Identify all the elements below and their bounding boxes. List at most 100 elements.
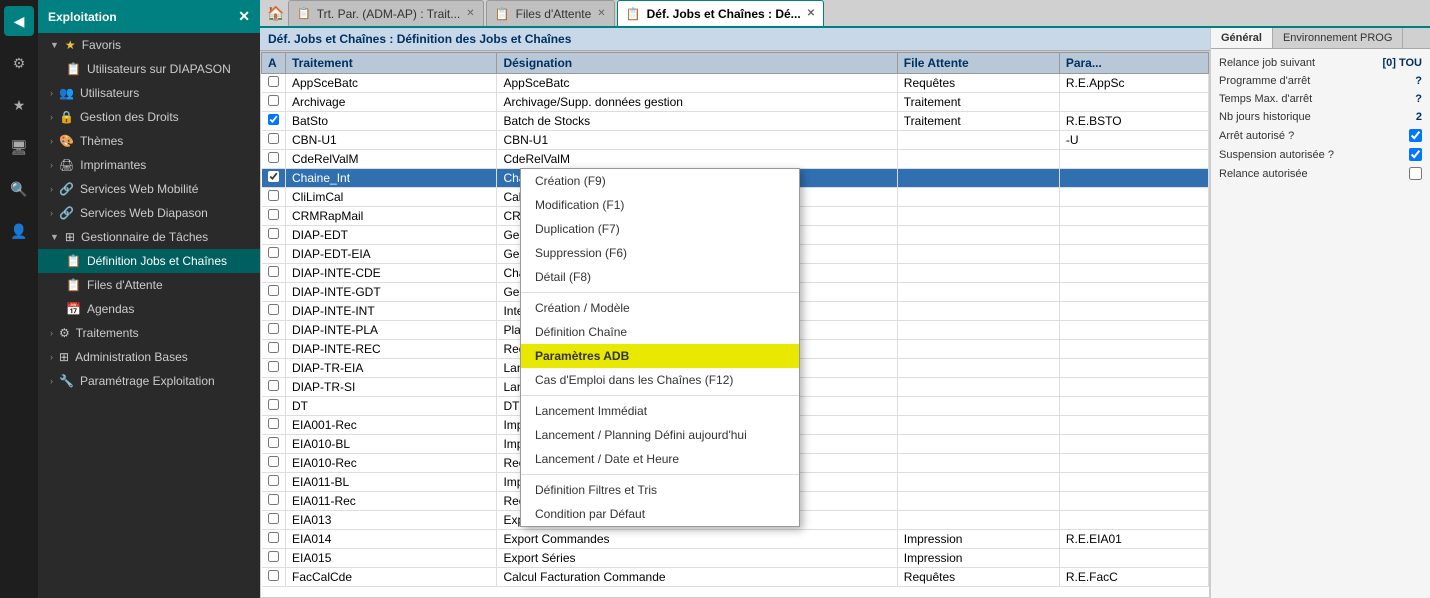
row-checkbox[interactable] bbox=[268, 456, 279, 467]
sidebar-item-agendas[interactable]: 📅 Agendas bbox=[38, 297, 260, 321]
col-header-traitement[interactable]: Traitement bbox=[286, 53, 497, 74]
row-checkbox[interactable] bbox=[268, 209, 279, 220]
tab-def-jobs[interactable]: 📋 Déf. Jobs et Chaînes : Dé... ✕ bbox=[617, 0, 824, 26]
context-menu-item[interactable]: Définition Chaîne bbox=[521, 320, 799, 344]
table-row[interactable]: CdeRelValMCdeRelValM bbox=[262, 150, 1209, 169]
sidebar-item-imprimantes[interactable]: › 🖨 Imprimantes bbox=[38, 153, 260, 177]
context-menu-item[interactable]: Lancement Immédiat bbox=[521, 399, 799, 423]
row-checkbox[interactable] bbox=[268, 342, 279, 353]
row-checkbox[interactable] bbox=[268, 133, 279, 144]
cell-traitement: Archivage bbox=[286, 93, 497, 112]
row-checkbox[interactable] bbox=[268, 247, 279, 258]
context-menu-item[interactable]: Duplication (F7) bbox=[521, 217, 799, 241]
monitor-icon-btn[interactable]: 🖥 bbox=[4, 132, 34, 162]
row-checkbox[interactable] bbox=[268, 190, 279, 201]
row-checkbox[interactable] bbox=[268, 380, 279, 391]
row-checkbox[interactable] bbox=[268, 399, 279, 410]
sidebar-item-utilisateurs[interactable]: › 👥 Utilisateurs bbox=[38, 81, 260, 105]
link-icon: 🔗 bbox=[59, 182, 74, 196]
context-menu-item[interactable]: Définition Filtres et Tris bbox=[521, 478, 799, 502]
sidebar-item-utilisateurs-diapason[interactable]: 📋 Utilisateurs sur DIAPASON bbox=[38, 57, 260, 81]
sidebar-item-files-attente[interactable]: 📋 Files d'Attente bbox=[38, 273, 260, 297]
row-checkbox[interactable] bbox=[268, 418, 279, 429]
lock-icon: 🔒 bbox=[59, 110, 74, 124]
table-row[interactable]: BatStoBatch de StocksTraitementR.E.BSTO bbox=[262, 112, 1209, 131]
row-checkbox[interactable] bbox=[268, 152, 279, 163]
collapse-sidebar-btn[interactable]: ◀ bbox=[4, 6, 34, 36]
sidebar-item-definition-jobs[interactable]: 📋 Définition Jobs et Chaînes bbox=[38, 249, 260, 273]
context-menu-item[interactable]: Création (F9) bbox=[521, 169, 799, 193]
grid2-icon: ⊞ bbox=[59, 350, 69, 364]
rpanel-checkbox-arret-auto[interactable] bbox=[1409, 129, 1422, 142]
table-row[interactable]: FacCalCdeCalcul Facturation CommandeRequ… bbox=[262, 568, 1209, 587]
tab-trt-par[interactable]: 📋 Trt. Par. (ADM-AP) : Trait... ✕ bbox=[288, 0, 484, 26]
rpanel-checkbox-suspend-auto[interactable] bbox=[1409, 148, 1422, 161]
settings-icon-btn[interactable]: ⚙ bbox=[4, 48, 34, 78]
sidebar-item-label: Utilisateurs bbox=[80, 86, 139, 100]
row-checkbox[interactable] bbox=[268, 494, 279, 505]
sidebar-item-services-dia[interactable]: › 🔗 Services Web Diapason bbox=[38, 201, 260, 225]
row-checkbox[interactable] bbox=[268, 361, 279, 372]
table-row[interactable]: CBN-U1CBN-U1-U bbox=[262, 131, 1209, 150]
row-checkbox[interactable] bbox=[268, 513, 279, 524]
cell-traitement: CliLimCal bbox=[286, 188, 497, 207]
rpanel-tab-env[interactable]: Environnement PROG bbox=[1273, 28, 1403, 48]
close-sidebar-icon[interactable]: ✕ bbox=[238, 8, 250, 25]
row-checkbox[interactable] bbox=[268, 76, 279, 87]
doc3-icon: 📋 bbox=[66, 278, 81, 292]
col-header-params[interactable]: Para... bbox=[1059, 53, 1208, 74]
context-menu-item[interactable]: Détail (F8) bbox=[521, 265, 799, 289]
sidebar-item-favoris[interactable]: ▼ ★ Favoris bbox=[38, 33, 260, 57]
row-checkbox[interactable] bbox=[268, 304, 279, 315]
tab-close-files[interactable]: ✕ bbox=[597, 8, 605, 19]
row-checkbox[interactable] bbox=[268, 437, 279, 448]
cell-traitement: DIAP-EDT-EIA bbox=[286, 245, 497, 264]
link2-icon: 🔗 bbox=[59, 206, 74, 220]
table-row[interactable]: EIA014Export CommandesImpressionR.E.EIA0… bbox=[262, 530, 1209, 549]
table-row[interactable]: ArchivageArchivage/Supp. données gestion… bbox=[262, 93, 1209, 112]
row-checkbox[interactable] bbox=[268, 114, 279, 125]
context-menu-item[interactable]: Création / Modèle bbox=[521, 296, 799, 320]
sidebar-item-themes[interactable]: › 🎨 Thèmes bbox=[38, 129, 260, 153]
sidebar-item-label: Gestionnaire de Tâches bbox=[81, 230, 208, 244]
tab-close-trt-par[interactable]: ✕ bbox=[466, 8, 474, 19]
row-checkbox[interactable] bbox=[268, 171, 279, 182]
context-menu-item[interactable]: Lancement / Planning Défini aujourd'hui bbox=[521, 423, 799, 447]
wrench-icon: 🔧 bbox=[59, 374, 74, 388]
row-checkbox[interactable] bbox=[268, 95, 279, 106]
tab-close-def-jobs[interactable]: ✕ bbox=[807, 8, 815, 19]
row-checkbox[interactable] bbox=[268, 475, 279, 486]
sidebar-item-gestionnaire[interactable]: ▼ ⊞ Gestionnaire de Tâches bbox=[38, 225, 260, 249]
row-checkbox[interactable] bbox=[268, 228, 279, 239]
context-menu-item[interactable]: Lancement / Date et Heure bbox=[521, 447, 799, 471]
sidebar-item-services-mob[interactable]: › 🔗 Services Web Mobilité bbox=[38, 177, 260, 201]
sidebar-item-gestion-droits[interactable]: › 🔒 Gestion des Droits bbox=[38, 105, 260, 129]
table-row[interactable]: EIA015Export SériesImpression bbox=[262, 549, 1209, 568]
sidebar-item-parametrage[interactable]: › 🔧 Paramétrage Exploitation bbox=[38, 369, 260, 393]
col-header-designation[interactable]: Désignation bbox=[497, 53, 897, 74]
sidebar-item-admin-bases[interactable]: › ⊞ Administration Bases bbox=[38, 345, 260, 369]
table-row[interactable]: AppSceBatcAppSceBatcRequêtesR.E.AppSc bbox=[262, 74, 1209, 93]
cell-params bbox=[1059, 93, 1208, 112]
row-checkbox[interactable] bbox=[268, 323, 279, 334]
row-checkbox[interactable] bbox=[268, 285, 279, 296]
context-menu-item[interactable]: Suppression (F6) bbox=[521, 241, 799, 265]
user-icon-btn[interactable]: 👤 bbox=[4, 216, 34, 246]
row-checkbox[interactable] bbox=[268, 551, 279, 562]
row-checkbox[interactable] bbox=[268, 532, 279, 543]
tab-files-attente[interactable]: 📋 Files d'Attente ✕ bbox=[486, 0, 615, 26]
col-header-file-attente[interactable]: File Attente bbox=[897, 53, 1059, 74]
context-menu-item[interactable]: Condition par Défaut bbox=[521, 502, 799, 526]
rpanel-checkbox-relance-auto[interactable] bbox=[1409, 167, 1422, 180]
home-button[interactable]: 🏠 bbox=[264, 1, 288, 25]
favorites-icon-btn[interactable]: ★ bbox=[4, 90, 34, 120]
cell-traitement: EIA013 bbox=[286, 511, 497, 530]
search-icon-btn[interactable]: 🔍 bbox=[4, 174, 34, 204]
context-menu-item[interactable]: Modification (F1) bbox=[521, 193, 799, 217]
row-checkbox[interactable] bbox=[268, 570, 279, 581]
row-checkbox[interactable] bbox=[268, 266, 279, 277]
context-menu-item[interactable]: Paramètres ADB bbox=[521, 344, 799, 368]
rpanel-tab-general[interactable]: Général bbox=[1211, 28, 1273, 48]
sidebar-item-traitements[interactable]: › ⚙ Traitements bbox=[38, 321, 260, 345]
context-menu-item[interactable]: Cas d'Emploi dans les Chaînes (F12) bbox=[521, 368, 799, 392]
